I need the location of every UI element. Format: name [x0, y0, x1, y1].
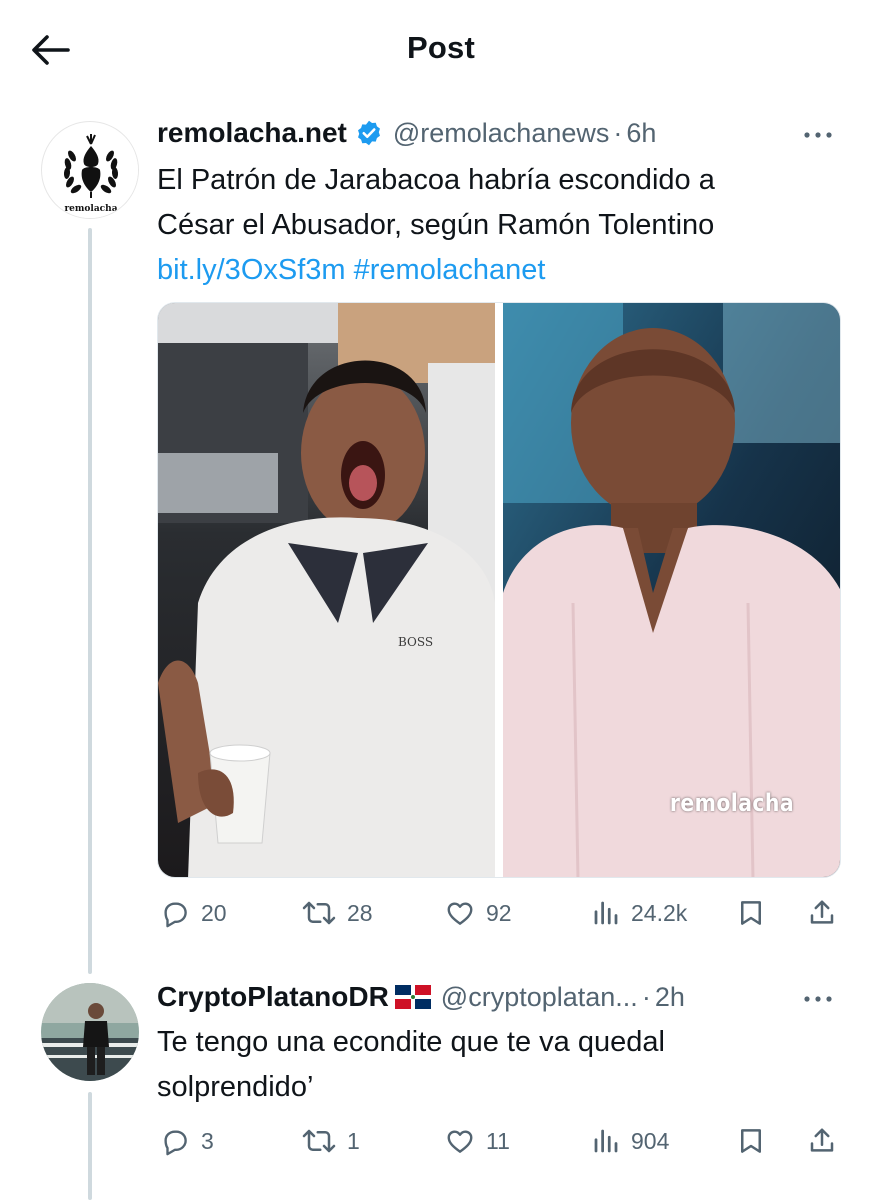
post-header: CryptoPlatanoDR @cryptoplatan... · 2h: [157, 981, 685, 1013]
views-chart-icon: [594, 901, 618, 925]
bookmark-button[interactable]: [736, 891, 766, 935]
media-photo-right[interactable]: remolacha: [503, 303, 840, 877]
share-icon: [810, 900, 834, 924]
post-text: El Patrón de Jarabacoa habría escondido …: [157, 158, 847, 293]
hashtag-link[interactable]: #remolachanet: [354, 254, 546, 286]
post-text-line: César el Abusador, según Ramón Tolentino: [157, 209, 715, 241]
separator-dot: ·: [641, 981, 651, 1012]
svg-text:remolacha: remolacha: [64, 204, 117, 214]
views-button[interactable]: 904: [591, 1119, 669, 1163]
more-options-button[interactable]: [798, 984, 838, 1014]
share-button[interactable]: [807, 891, 837, 935]
top-bar: Post: [0, 0, 882, 100]
display-name[interactable]: remolacha.net: [157, 117, 347, 149]
avatar-photo: [41, 983, 139, 1081]
media-divider: [495, 303, 503, 877]
views-button[interactable]: 24.2k: [591, 891, 687, 935]
repost-icon: [302, 901, 336, 925]
thread-connector: [88, 228, 92, 974]
repost-count: 28: [347, 899, 373, 926]
heart-icon: [447, 1130, 473, 1153]
bookmark-button[interactable]: [736, 1119, 766, 1163]
action-bar: 20 28 92 24.2k: [155, 891, 845, 935]
post-text-line: Te tengo una econdite que te va quedal: [157, 1026, 665, 1058]
repost-icon: [302, 1129, 336, 1153]
bookmark-icon: [741, 901, 761, 925]
user-handle[interactable]: @cryptoplatan...: [441, 982, 638, 1013]
remolacha-logo-icon: remolacha: [43, 123, 138, 218]
more-horizontal-icon: [804, 996, 832, 1002]
page-title: Post: [407, 30, 475, 65]
media-watermark: remolacha: [669, 789, 794, 817]
reply-icon: [164, 1130, 187, 1156]
more-horizontal-icon: [804, 132, 832, 138]
share-button[interactable]: [807, 1119, 837, 1163]
post-media[interactable]: BOSS remolacha: [157, 302, 841, 878]
post-text-line: El Patrón de Jarabacoa habría escondido …: [157, 164, 715, 196]
repost-button[interactable]: 28: [301, 891, 373, 935]
verified-badge-icon: [357, 120, 380, 146]
reply-count: 20: [201, 899, 227, 926]
timestamp[interactable]: 6h: [626, 118, 656, 149]
views-count: 24.2k: [631, 899, 688, 926]
avatar[interactable]: [41, 983, 139, 1081]
views-chart-icon: [594, 1129, 618, 1153]
post-text: Te tengo una econdite que te va quedal s…: [157, 1020, 847, 1110]
media-photo-left[interactable]: BOSS: [158, 303, 495, 877]
display-name[interactable]: CryptoPlatanoDR: [157, 981, 389, 1013]
dominican-republic-flag-icon: [394, 985, 431, 1009]
avatar[interactable]: remolacha: [41, 121, 139, 219]
post-link[interactable]: bit.ly/3OxSf3m: [157, 254, 346, 286]
thread-connector: [88, 1092, 92, 1200]
post-header: remolacha.net @remolachanews · 6h: [157, 117, 656, 149]
bookmark-icon: [741, 1129, 761, 1153]
more-options-button[interactable]: [798, 120, 838, 150]
svg-text:BOSS: BOSS: [398, 635, 433, 649]
post-text-line: solprendido’: [157, 1071, 314, 1103]
user-handle[interactable]: @remolachanews: [393, 118, 610, 149]
reply-button[interactable]: 3: [159, 1119, 214, 1163]
reply-button[interactable]: 20: [159, 891, 227, 935]
views-count: 904: [631, 1127, 670, 1154]
like-count: 11: [486, 1127, 510, 1154]
repost-button[interactable]: 1: [301, 1119, 360, 1163]
reply-count: 3: [201, 1127, 214, 1154]
separator-dot: ·: [613, 117, 623, 148]
heart-icon: [447, 902, 473, 925]
repost-count: 1: [347, 1127, 360, 1154]
like-button[interactable]: 92: [444, 891, 512, 935]
timestamp[interactable]: 2h: [655, 982, 685, 1013]
share-icon: [810, 1128, 834, 1152]
action-bar: 3 1 11 904: [155, 1119, 845, 1163]
like-button[interactable]: 11: [444, 1119, 510, 1163]
like-count: 92: [486, 899, 512, 926]
photo-man-laughing: BOSS: [158, 303, 495, 877]
reply-icon: [164, 902, 187, 928]
